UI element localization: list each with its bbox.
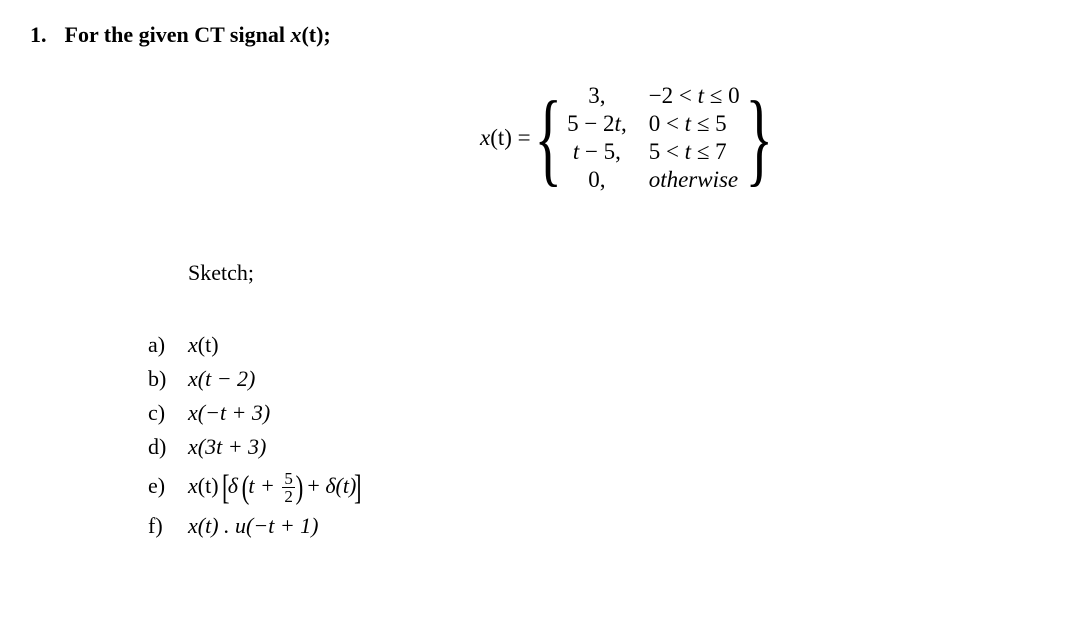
piecewise-condition: 5 < t ≤ 7: [645, 138, 744, 166]
sub-item-f: f) x(t) . u(−t + 1): [148, 509, 360, 542]
sub-item-expression: x(t) [δ (t + 52) + δ(t)]: [188, 464, 360, 508]
sub-items-list: a) x(t) b) x(t − 2) c) x(−t + 3) d) x(3t…: [148, 328, 360, 543]
fraction: 52: [282, 470, 295, 505]
piecewise-row: 5 − 2t, 0 < t ≤ 5: [563, 110, 744, 138]
sub-item-d: d) x(3t + 3): [148, 430, 360, 463]
problem-number: 1.: [30, 22, 47, 48]
sub-item-letter: d): [148, 430, 188, 463]
sub-item-letter: f): [148, 509, 188, 542]
sub-item-letter: c): [148, 396, 188, 429]
right-brace-icon: }: [745, 93, 773, 182]
piecewise-expression: 5 − 2t,: [563, 110, 645, 138]
piecewise-row: 3, −2 < t ≤ 0: [563, 82, 744, 110]
sub-item-letter: b): [148, 362, 188, 395]
sub-item-e: e) x(t) [δ (t + 52) + δ(t)]: [148, 464, 360, 508]
sub-item-expression: x(t): [188, 328, 219, 361]
piecewise-row: 0, otherwise: [563, 166, 744, 194]
piecewise-table: 3, −2 < t ≤ 0 5 − 2t, 0 < t ≤ 5 t − 5, 5…: [563, 82, 744, 194]
sub-item-expression: x(−t + 3): [188, 396, 270, 429]
sub-item-a: a) x(t): [148, 328, 360, 361]
problem-header: 1. For the given CT signal x(t);: [30, 22, 1050, 48]
piecewise-lhs: x(t) =: [480, 125, 531, 151]
piecewise-definition: x(t) = { 3, −2 < t ≤ 0 5 − 2t, 0 < t ≤ 5…: [480, 82, 784, 194]
sub-item-b: b) x(t − 2): [148, 362, 360, 395]
piecewise-expression: 3,: [563, 82, 645, 110]
sub-item-letter: a): [148, 328, 188, 361]
problem-prompt: For the given CT signal x(t);: [65, 22, 331, 48]
piecewise-condition: 0 < t ≤ 5: [645, 110, 744, 138]
piecewise-expression: t − 5,: [563, 138, 645, 166]
sub-item-letter: e): [148, 464, 188, 508]
left-brace-icon: {: [534, 93, 562, 182]
sub-item-c: c) x(−t + 3): [148, 396, 360, 429]
piecewise-condition: otherwise: [645, 166, 744, 194]
piecewise-row: t − 5, 5 < t ≤ 7: [563, 138, 744, 166]
sub-item-expression: x(t) . u(−t + 1): [188, 509, 319, 542]
sub-item-expression: x(3t + 3): [188, 430, 266, 463]
piecewise-condition: −2 < t ≤ 0: [645, 82, 744, 110]
piecewise-expression: 0,: [563, 166, 645, 194]
sketch-label: Sketch;: [188, 260, 254, 286]
sub-item-expression: x(t − 2): [188, 362, 255, 395]
